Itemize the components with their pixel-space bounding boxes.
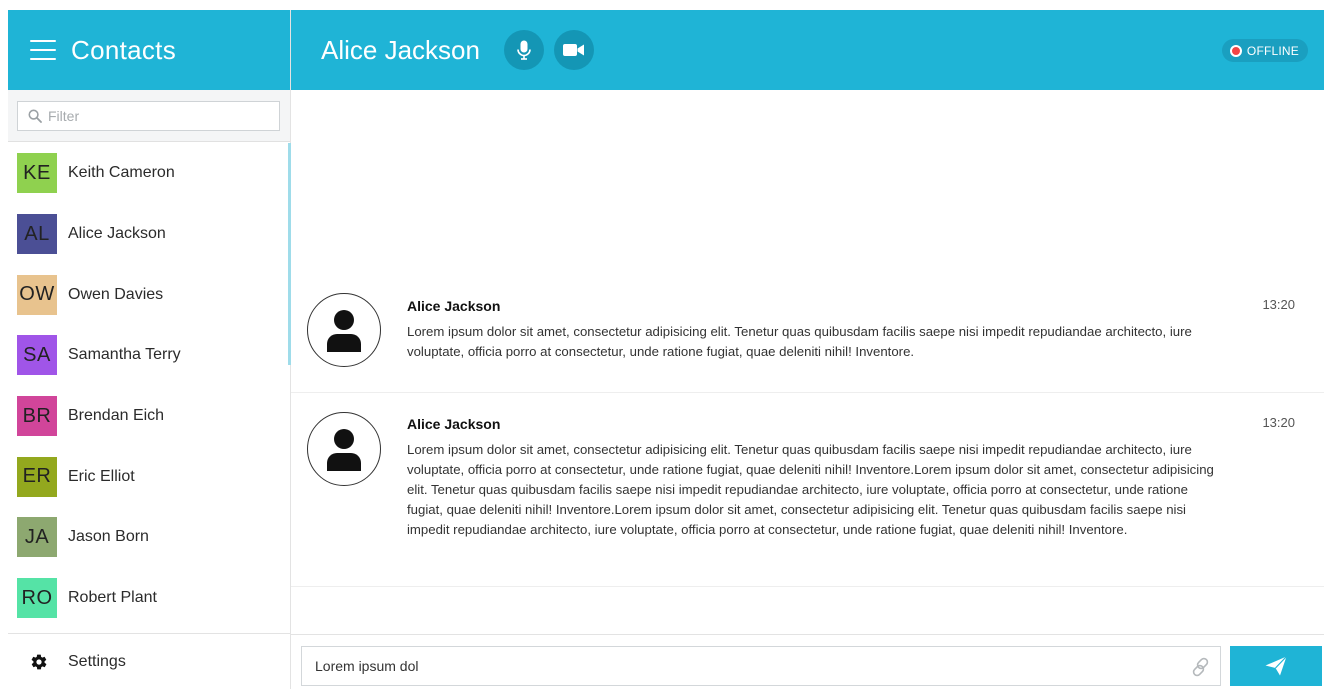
send-button[interactable] xyxy=(1230,646,1322,686)
status-text: OFFLINE xyxy=(1246,43,1299,58)
chat-app: Contacts KE Keith Cameron AL Alice Jacks… xyxy=(8,10,1324,689)
contact-name: Alice Jackson xyxy=(68,225,166,243)
status-dot xyxy=(1229,44,1242,57)
filter-box[interactable] xyxy=(17,101,280,131)
message-item: Alice Jackson 13:20 Lorem ipsum dolor si… xyxy=(291,393,1324,587)
message-item: Alice Jackson 13:20 Lorem ipsum dolor si… xyxy=(291,280,1324,393)
chat-panel: Alice Jackson OFFLINE Alice Jackson 13:2… xyxy=(291,10,1324,689)
message-text: Lorem ipsum dolor sit amet, consectetur … xyxy=(407,324,1192,359)
contact-avatar: ER xyxy=(17,456,57,497)
video-camera-icon xyxy=(562,44,584,56)
sidebar-header: Contacts xyxy=(8,10,290,90)
message-time: 13:20 xyxy=(1262,297,1295,312)
video-call-button[interactable] xyxy=(553,30,594,70)
avatar xyxy=(307,293,381,367)
contact-item[interactable]: JA Jason Born xyxy=(8,507,291,568)
hamburger-icon[interactable] xyxy=(30,40,56,60)
settings-label: Settings xyxy=(68,652,126,670)
contact-item[interactable]: AL Alice Jackson xyxy=(8,204,291,265)
search-icon xyxy=(28,109,42,123)
contact-list: KE Keith Cameron AL Alice Jackson OW Owe… xyxy=(8,143,291,633)
paper-plane-icon xyxy=(1265,656,1287,676)
contact-avatar: KE xyxy=(17,153,57,194)
voice-call-button[interactable] xyxy=(503,30,544,70)
filter-area xyxy=(8,90,290,142)
contact-item[interactable]: SA Samantha Terry xyxy=(8,325,291,386)
message-input-box[interactable] xyxy=(301,646,1221,686)
message-composer xyxy=(291,634,1324,689)
contact-item[interactable]: BR Brendan Eich xyxy=(8,386,291,447)
microphone-icon xyxy=(517,40,531,60)
sidebar: Contacts KE Keith Cameron AL Alice Jacks… xyxy=(8,10,291,689)
contact-avatar: RO xyxy=(17,578,57,619)
contact-name: Brendan Eich xyxy=(68,407,165,425)
contact-name: Eric Elliot xyxy=(68,467,135,485)
message-list: Alice Jackson 13:20 Lorem ipsum dolor si… xyxy=(291,90,1324,634)
gear-icon xyxy=(31,654,47,669)
avatar xyxy=(307,412,381,486)
contact-name: Jason Born xyxy=(68,528,149,546)
user-icon xyxy=(327,429,361,471)
contact-name: Robert Plant xyxy=(68,589,157,607)
contact-item[interactable]: KE Keith Cameron xyxy=(8,143,291,204)
chat-title: Alice Jackson xyxy=(321,34,480,65)
message-author: Alice Jackson xyxy=(407,416,501,432)
status-badge: OFFLINE xyxy=(1221,39,1308,62)
chat-header: Alice Jackson OFFLINE xyxy=(291,10,1324,90)
contact-item[interactable]: RO Robert Plant xyxy=(8,568,291,629)
message-time: 13:20 xyxy=(1262,415,1295,430)
filter-input[interactable] xyxy=(48,108,248,124)
user-icon xyxy=(327,310,361,352)
message-input[interactable] xyxy=(315,658,1175,674)
contact-name: Owen Davies xyxy=(68,285,164,303)
contact-avatar: BR xyxy=(17,396,57,437)
message-text: Lorem ipsum dolor sit amet, consectetur … xyxy=(407,442,1214,537)
message-author: Alice Jackson xyxy=(407,298,501,314)
contact-name: Samantha Terry xyxy=(68,346,181,364)
contact-item[interactable]: OW Owen Davies xyxy=(8,264,291,325)
contact-avatar: AL xyxy=(17,214,57,255)
contact-avatar: OW xyxy=(17,274,57,315)
link-icon[interactable] xyxy=(1190,656,1212,678)
settings-button[interactable]: Settings xyxy=(8,633,291,689)
contact-avatar: SA xyxy=(17,335,57,376)
contact-avatar: JA xyxy=(17,517,57,558)
contact-name: Keith Cameron xyxy=(68,164,175,182)
contact-item[interactable]: ER Eric Elliot xyxy=(8,446,291,507)
sidebar-title: Contacts xyxy=(71,34,177,65)
